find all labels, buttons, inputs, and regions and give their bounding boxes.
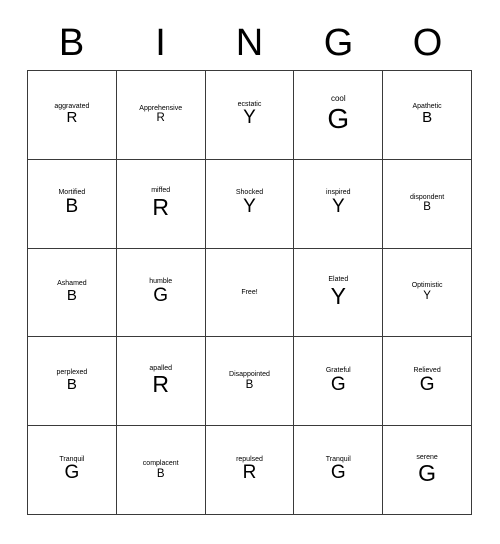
bingo-cell-r3-c5[interactable]: Optimistic Y — [383, 248, 472, 338]
bingo-cell-r4-c5[interactable]: Relieved G — [383, 337, 472, 427]
bingo-cell-word: complacent — [142, 460, 179, 467]
bingo-cell-letter: B — [66, 287, 77, 305]
bingo-header-letter-i: I — [155, 22, 166, 64]
bingo-cell-r3-c4[interactable]: Elated Y — [294, 248, 384, 338]
bingo-cell-letter: R — [152, 193, 169, 220]
bingo-cell-letter: B — [66, 375, 77, 393]
bingo-cell-r2-c5[interactable]: dispondent B — [383, 159, 472, 249]
bingo-cell-r5-c4[interactable]: Tranquil G — [294, 426, 384, 515]
bingo-cell-r1-c2[interactable]: Apprehensive R — [116, 71, 206, 160]
bingo-cell-letter: Y — [330, 282, 346, 309]
bingo-cell-letter: B — [422, 109, 433, 127]
bingo-cell-letter: B — [65, 196, 79, 218]
bingo-cell-r4-c1[interactable]: perplexed B — [28, 337, 117, 427]
bingo-cell-letter: R — [156, 112, 165, 125]
bingo-cell-letter: G — [64, 462, 80, 484]
bingo-header-row: BINGO — [27, 16, 472, 70]
bingo-card: BINGO aggravated R Apprehensive Recstatic Yc… — [0, 0, 500, 544]
bingo-header-letter-o: O — [412, 22, 443, 64]
bingo-cell-r1-c5[interactable]: Apathetic B — [383, 71, 472, 160]
bingo-grid: aggravated R Apprehensive Recstatic Ycool G Ap… — [27, 70, 472, 515]
bingo-cell-letter: G — [330, 373, 346, 395]
bingo-cell-word: Free! — [241, 288, 258, 296]
bingo-cell-letter: G — [419, 373, 435, 395]
bingo-cell-word: Disappointed — [229, 371, 270, 379]
bingo-cell-r4-c4[interactable]: Grateful G — [294, 337, 384, 427]
bingo-cell-letter: G — [418, 460, 437, 487]
bingo-header-letter-b: B — [58, 22, 85, 64]
bingo-cell-r5-c1[interactable]: Tranquil G — [28, 426, 117, 515]
bingo-cell-r2-c3[interactable]: Shocked Y — [205, 159, 295, 249]
bingo-cell-word: Optimistic — [411, 282, 443, 290]
bingo-cell-letter: Y — [331, 196, 345, 218]
bingo-cell-r5-c3[interactable]: repulsed R — [205, 426, 295, 515]
bingo-cell-r3-c1[interactable]: Ashamed B — [28, 248, 117, 338]
bingo-cell-free[interactable]: Free! — [205, 248, 295, 338]
bingo-cell-letter: Y — [243, 107, 256, 129]
bingo-cell-r1-c3[interactable]: ecstatic Y — [205, 71, 295, 160]
bingo-cell-r1-c4[interactable]: cool G — [294, 71, 384, 160]
bingo-cell-word: Apprehensive — [139, 104, 183, 112]
bingo-cell-r4-c2[interactable]: apalled R — [116, 337, 206, 427]
bingo-header-letter-n: N — [235, 22, 264, 64]
bingo-header-letter-g: G — [323, 22, 354, 64]
bingo-cell-r2-c1[interactable]: Mortified B — [28, 159, 117, 249]
bingo-cell-letter: G — [153, 284, 169, 306]
bingo-cell-letter: R — [66, 109, 78, 127]
bingo-cell-letter: B — [156, 467, 165, 480]
bingo-cell-r2-c2[interactable]: miffed R — [116, 159, 206, 249]
bingo-cell-letter: G — [330, 462, 346, 484]
bingo-cell-r3-c2[interactable]: humble G — [116, 248, 206, 338]
bingo-cell-letter: R — [152, 371, 169, 398]
bingo-cell-r2-c4[interactable]: inspired Y — [294, 159, 384, 249]
bingo-cell-r5-c2[interactable]: complacent B — [116, 426, 206, 515]
bingo-cell-letter: B — [423, 201, 431, 214]
bingo-cell-letter: R — [242, 462, 257, 484]
bingo-cell-r4-c3[interactable]: Disappointed B — [205, 337, 295, 427]
bingo-cell-letter: G — [327, 102, 350, 134]
bingo-cell-letter: Y — [243, 196, 256, 218]
bingo-cell-r5-c5[interactable]: serene G — [383, 426, 472, 515]
bingo-cell-letter: B — [245, 378, 254, 391]
bingo-cell-r1-c1[interactable]: aggravated R — [28, 71, 117, 160]
bingo-cell-letter: Y — [423, 289, 431, 302]
bingo-cell-word: dispondent — [409, 193, 445, 201]
